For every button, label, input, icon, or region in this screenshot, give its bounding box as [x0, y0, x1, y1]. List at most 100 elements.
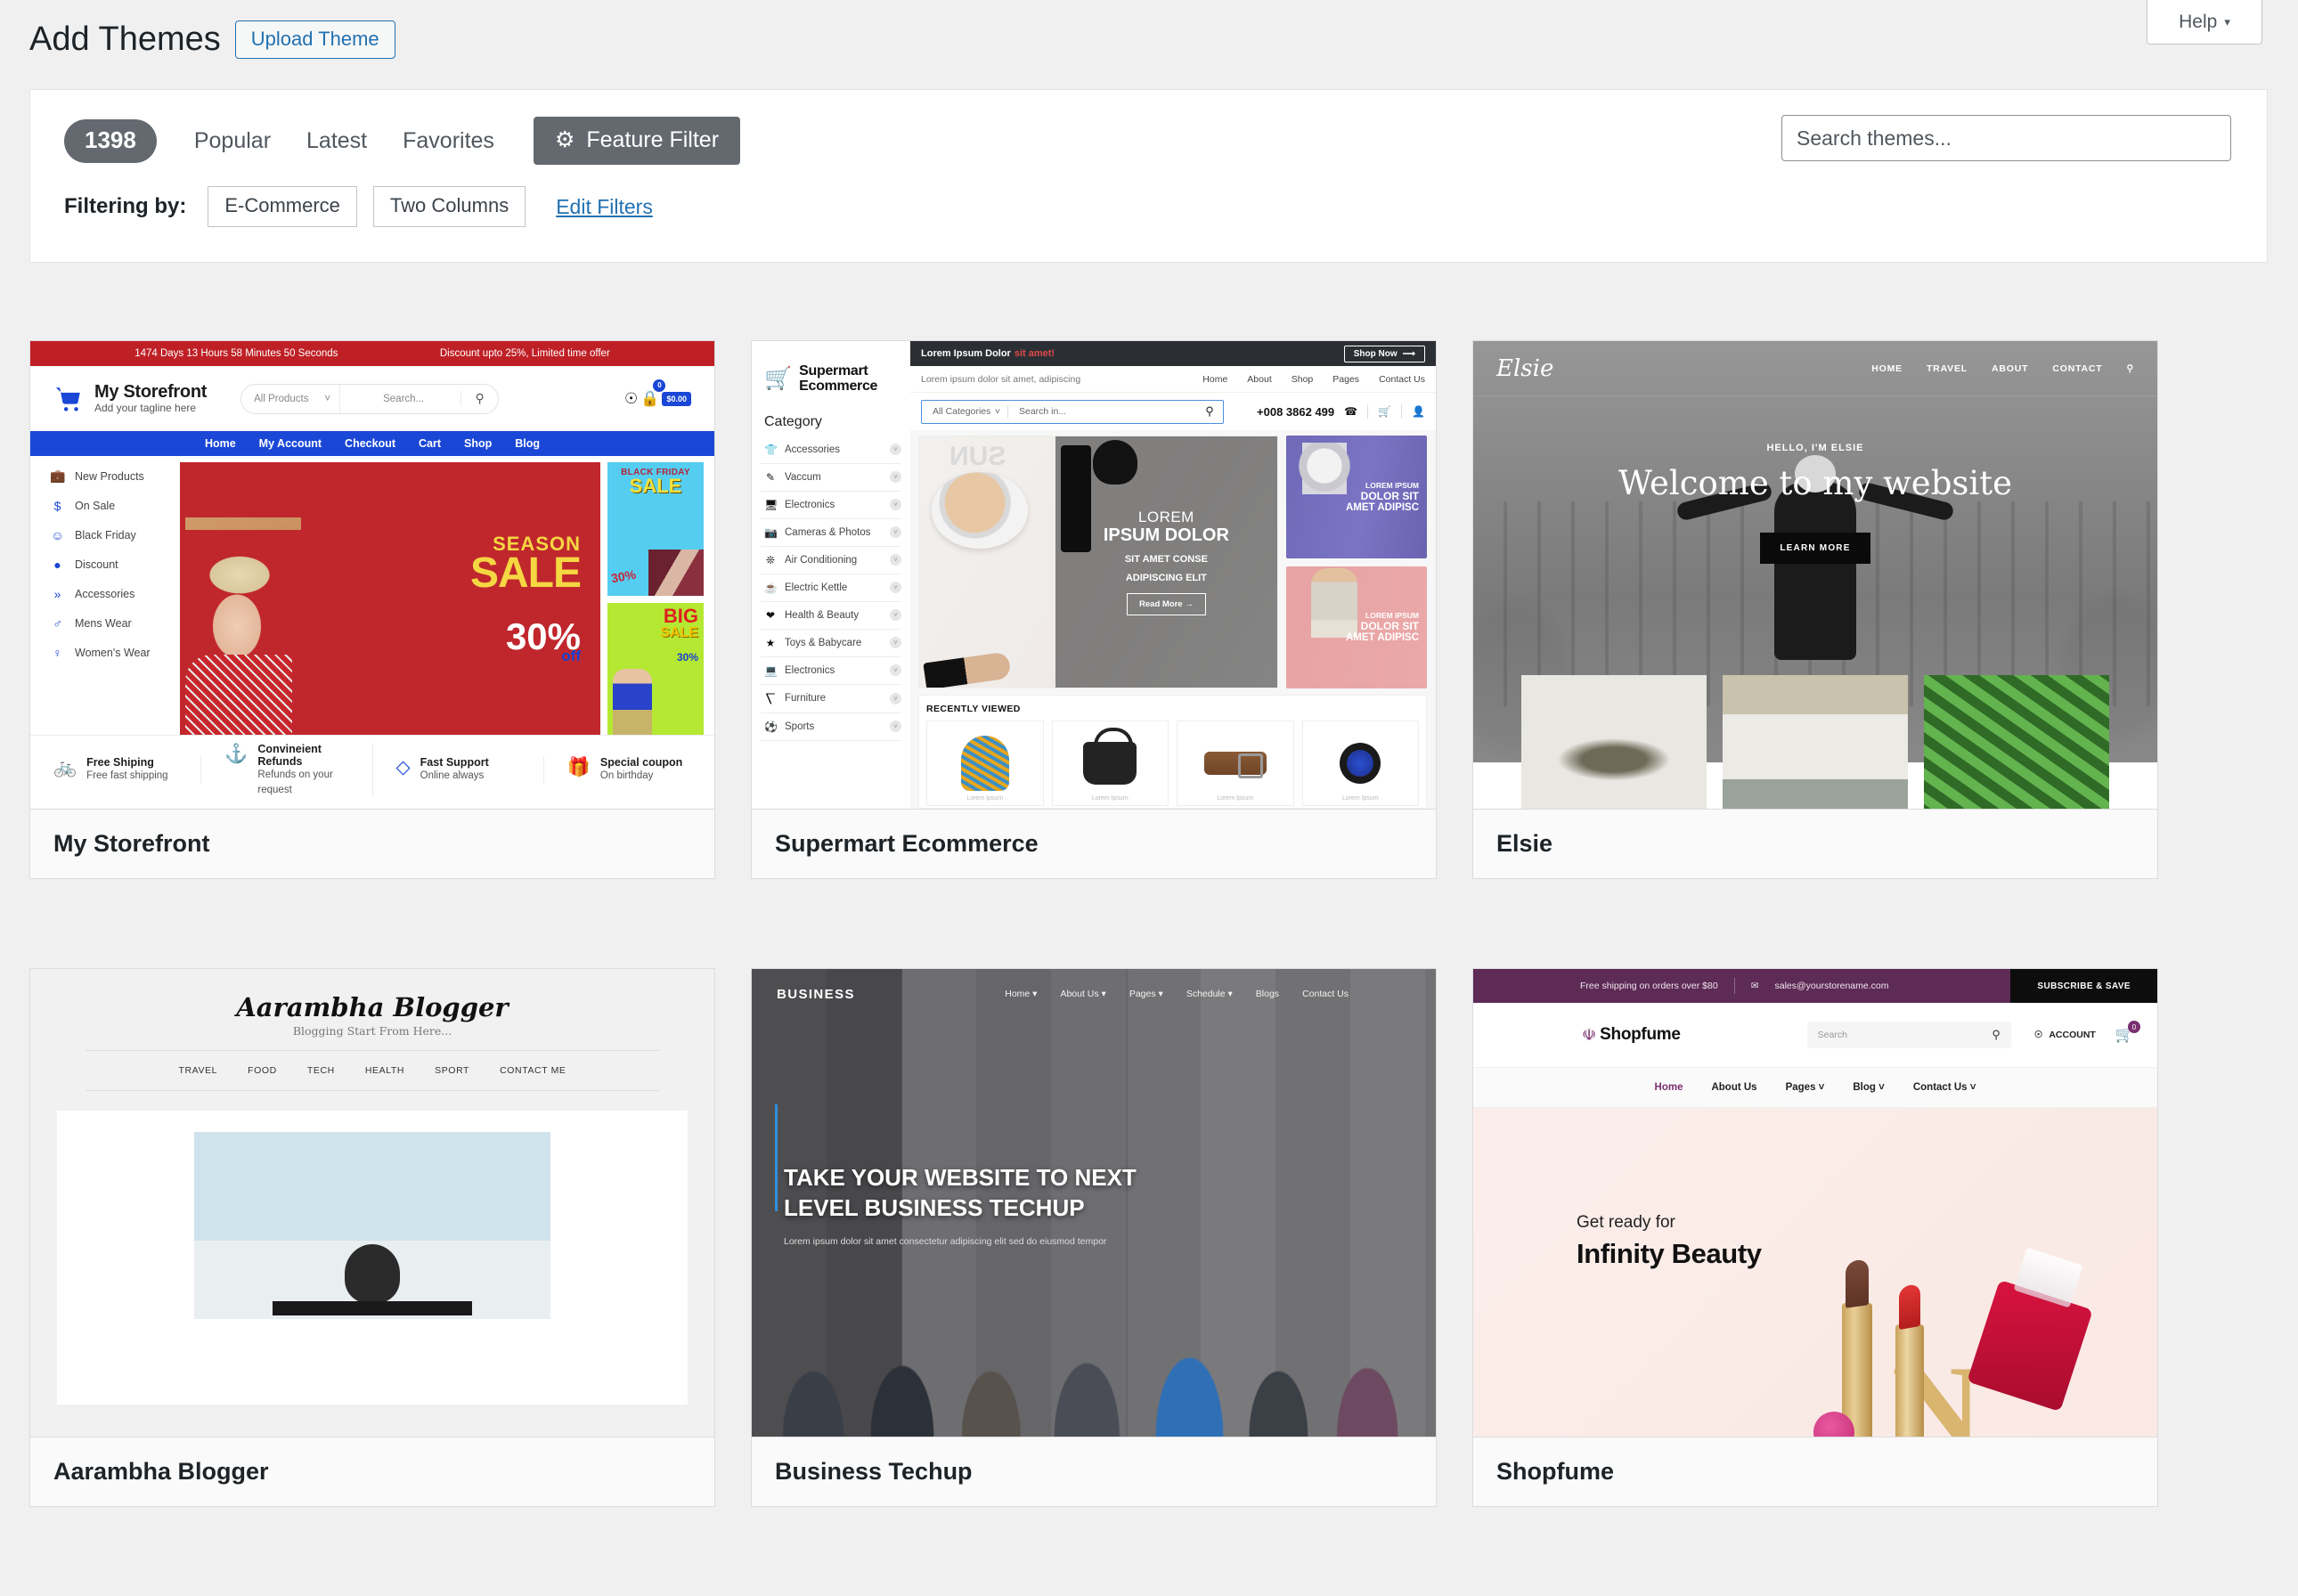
search-placeholder: Search in...	[1019, 406, 1067, 417]
hero-banner: SUN LOREM IPSUM DOLOR SIT AMET CONSE ADI…	[918, 436, 1278, 688]
theme-name-bar: My Storefront	[30, 809, 714, 878]
feature-filter-button[interactable]: ⚙ Feature Filter	[533, 117, 741, 165]
category-item: ❊ Air Conditioning ˅	[761, 547, 901, 574]
banner-line1: BIG	[663, 605, 698, 627]
theme-screenshot: Free shipping on orders over $80 ✉ sales…	[1473, 969, 2157, 1437]
help-dropdown-button[interactable]: Help ▾	[2147, 0, 2262, 45]
shopfume-nav: Home About Us Pages ˅ Blog ˅ Contact Us …	[1473, 1067, 2157, 1108]
nav-item: About	[1247, 373, 1272, 385]
supermart-announcement-bar: Lorem Ipsum Dolor sit amet! Shop Now ⟶	[910, 341, 1436, 366]
chevron-down-icon: ˅	[890, 582, 901, 594]
product-photo-cosmetics: N	[1810, 1187, 2104, 1437]
brand-line1: Supermart	[799, 363, 868, 379]
search-category-select: All Categories ˅	[922, 406, 1007, 417]
theme-card-aarambha-blogger[interactable]: Aarambha Blogger Blogging Start From Her…	[29, 968, 715, 1507]
sidebar-item-discount: ● Discount	[50, 558, 180, 572]
toy-icon: ★	[765, 636, 776, 649]
promo-card-watch: LOREM IPSUM DOLOR SIT AMET ADIPISC	[1286, 436, 1427, 558]
feature-special-coupon: 🎁 Special coupon On birthday	[544, 756, 714, 784]
theme-card-my-storefront[interactable]: 1474 Days 13 Hours 58 Minutes 50 Seconds…	[29, 340, 715, 879]
nav-item: Contact Us	[1302, 989, 1349, 999]
post-featured-image	[194, 1132, 550, 1319]
theme-screenshot: 1474 Days 13 Hours 58 Minutes 50 Seconds…	[30, 341, 714, 809]
cart-button: 🛒 0	[2115, 1021, 2140, 1044]
category-item: 👕 Accessories ˅	[761, 436, 901, 464]
hero-eyebrow: HELLO, I'M ELSIE	[1766, 443, 1864, 453]
storefront-banners: SEASON SALE 30% off BLACK FRIDAY SALE 30…	[180, 456, 714, 735]
filter-chip-ecommerce: E-Commerce	[208, 186, 357, 227]
decorative-head	[345, 1244, 400, 1303]
product-name: Lorem Ipsum	[1217, 795, 1254, 802]
search-icon: ⚲	[2126, 362, 2134, 374]
supermart-main: Lorem Ipsum Dolor sit amet! Shop Now ⟶ L…	[910, 341, 1436, 809]
chevron-down-icon: ˅	[890, 609, 901, 622]
feature-title: Special coupon	[599, 756, 683, 770]
divider	[1401, 404, 1403, 419]
nav-item: SPORT	[435, 1065, 470, 1076]
brand-name: Shopfume	[1600, 1025, 1681, 1044]
model-photo	[1311, 567, 1357, 638]
feature-fast-support: ◇ Fast Support Online always	[373, 756, 544, 784]
banner-pct: 30%	[609, 566, 638, 586]
theme-card-business-techup[interactable]: BUSINESS Home ▾ About Us ▾ Pages ▾ Sched…	[751, 968, 1437, 1507]
theme-card-elsie[interactable]: Elsie HOME TRAVEL ABOUT CONTACT ⚲ HELLO,…	[1472, 340, 2158, 879]
storefront-brand: My Storefront Add your tagline here	[94, 382, 207, 415]
product-name: Lorem Ipsum	[1341, 795, 1379, 802]
product-photo-watch	[1340, 743, 1381, 784]
hero-headline-line2: LEVEL BUSINESS TECHUP	[784, 1193, 1085, 1221]
upload-theme-button[interactable]: Upload Theme	[234, 20, 395, 60]
heart-icon: ❤	[765, 608, 776, 622]
category-label: Sports	[785, 721, 815, 732]
gear-icon: ⚙	[554, 127, 575, 152]
category-label: Electronics	[785, 499, 835, 510]
product-photo-powder	[932, 472, 1028, 549]
post-thumbnails	[1473, 675, 2157, 809]
promo-line3: AMET ADIPISC	[1346, 501, 1419, 513]
sidebar-item-label: Mens Wear	[75, 617, 132, 630]
sidebar-item-new-products: 💼 New Products	[50, 468, 180, 484]
nav-item: Shop	[1291, 373, 1314, 385]
cart-count: 0	[2128, 1021, 2140, 1033]
promo-line1: LOREM IPSUM	[1365, 480, 1419, 490]
tab-popular[interactable]: Popular	[176, 128, 289, 154]
product-photo-beanie	[960, 736, 1009, 791]
search-themes-input[interactable]: Search themes...	[1781, 115, 2231, 161]
theme-card-shopfume[interactable]: Free shipping on orders over $80 ✉ sales…	[1472, 968, 2158, 1507]
nav-item: Home	[1654, 1082, 1683, 1093]
product-card: Lorem Ipsum	[1051, 721, 1169, 806]
search-category-select: All Products ˅	[241, 394, 339, 404]
sidebar-item-label: Accessories	[75, 588, 135, 600]
feature-sub: Free fast shipping	[86, 770, 168, 782]
brand-line2: Ecommerce	[799, 378, 878, 394]
tab-favorites[interactable]: Favorites	[385, 128, 512, 154]
tab-latest[interactable]: Latest	[289, 128, 385, 154]
nav-item: About Us ▾	[1060, 989, 1106, 999]
category-item: ☕ Electric Kettle ˅	[761, 574, 901, 602]
nav-item: HOME	[1871, 362, 1903, 374]
theme-name-bar: Business Techup	[752, 1437, 1436, 1506]
aarambha-header: Aarambha Blogger Blogging Start From Her…	[30, 969, 714, 1038]
nav-item: Blog	[515, 437, 541, 450]
search-category-value: All Products	[254, 393, 309, 404]
site-logo: BUSINESS	[777, 986, 855, 1002]
perfume-bottle-icon: ☫	[1582, 1025, 1597, 1044]
search-placeholder: Search themes...	[1797, 126, 1952, 150]
supermart-nav: Home About Shop Pages Contact Us	[1202, 374, 1425, 385]
decorative-bar	[273, 1301, 472, 1315]
lock-icon: 🔒	[640, 389, 660, 407]
category-item: 🖥 Electronics ˅	[761, 492, 901, 519]
theme-card-supermart-ecommerce[interactable]: 🛒 Supermart Ecommerce Category 👕 Accessor…	[751, 340, 1437, 879]
account-label: ACCOUNT	[2049, 1030, 2096, 1040]
nav-item: ABOUT	[1992, 362, 2029, 374]
envelope-icon: ✉	[1750, 981, 1759, 991]
hero-headline-line1: TAKE YOUR WEBSITE TO NEXT	[784, 1164, 1137, 1191]
recently-viewed-heading: RECENTLY VIEWED	[926, 704, 1021, 714]
divider	[1367, 404, 1369, 419]
sidebar-item-label: On Sale	[75, 500, 116, 512]
promo-line1: LOREM IPSUM	[1365, 611, 1419, 621]
feature-title: Convineient Refunds	[257, 742, 322, 768]
chevron-down-icon: ˅	[324, 393, 331, 404]
announcement-accent: sit amet!	[1014, 348, 1055, 359]
monitor-icon: 🖥	[764, 498, 778, 511]
edit-filters-link[interactable]: Edit Filters	[556, 195, 653, 219]
